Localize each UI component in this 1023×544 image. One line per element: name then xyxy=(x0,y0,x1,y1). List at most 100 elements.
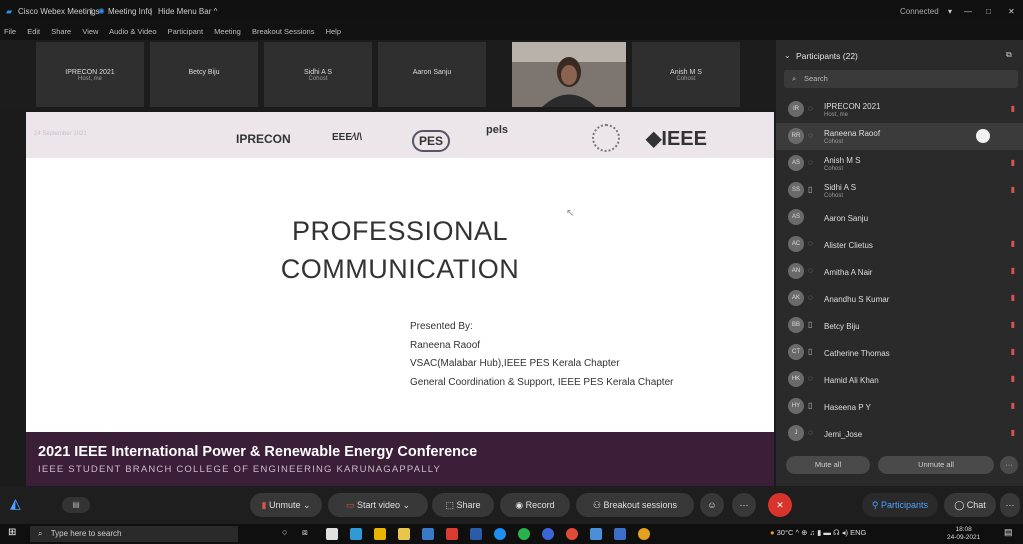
notification-icon[interactable]: ▤ xyxy=(1004,527,1013,538)
muted-mic-icon[interactable]: ▮ xyxy=(1011,401,1015,410)
taskbar-clock[interactable]: 18:08 24-09-2021 xyxy=(947,526,980,542)
muted-mic-icon[interactable]: ▮ xyxy=(1011,428,1015,437)
muted-mic-icon[interactable]: ▮ xyxy=(1011,293,1015,302)
audio-icon: ◌ xyxy=(808,158,813,167)
webex-taskbar-icon[interactable] xyxy=(494,528,506,540)
participant-options-icon[interactable] xyxy=(976,129,990,143)
person-video-icon xyxy=(512,42,626,107)
muted-mic-icon[interactable]: ▮ xyxy=(1011,374,1015,383)
menu-file[interactable]: File xyxy=(4,27,16,36)
app-icon[interactable] xyxy=(590,528,602,540)
participant-row[interactable]: RR ◌ Raneena Raoof Cohost xyxy=(776,123,1023,150)
video-tile[interactable]: Aaron Sanju xyxy=(378,42,486,107)
unmute-all-button[interactable]: Unmute all xyxy=(878,456,994,474)
end-call-button[interactable]: ✕ xyxy=(768,493,792,517)
participant-row[interactable]: J ◌ Jemi_Jose ▮ xyxy=(776,420,1023,447)
muted-mic-icon[interactable]: ▮ xyxy=(1011,104,1015,113)
app-icon[interactable] xyxy=(542,528,554,540)
video-tile[interactable]: Betcy Biju xyxy=(150,42,258,107)
participant-row[interactable]: AS ◌ Anish M S Cohost ▮ xyxy=(776,150,1023,177)
menu-help[interactable]: Help xyxy=(326,27,341,36)
participant-row[interactable]: SS ▯ Sidhi A S Cohost ▮ xyxy=(776,177,1023,204)
mute-all-button[interactable]: Mute all xyxy=(786,456,870,474)
participant-row[interactable]: AS Aaron Sanju xyxy=(776,204,1023,231)
taskbar-search-input[interactable]: ⌕ Type here to search xyxy=(30,526,238,542)
video-off-icon: ▭ xyxy=(345,500,355,510)
menu-edit[interactable]: Edit xyxy=(27,27,40,36)
audio-icon: ◌ xyxy=(808,266,813,275)
panel-more-button[interactable]: ··· xyxy=(1000,456,1018,474)
captions-icon[interactable]: ▤ xyxy=(62,497,90,513)
live-video-tile[interactable] xyxy=(512,42,626,107)
edge-icon[interactable] xyxy=(350,528,362,540)
muted-mic-icon[interactable]: ▮ xyxy=(1011,266,1015,275)
waveform-icon: ⁄\/\ xyxy=(352,132,363,143)
audio-icon: ◌ xyxy=(808,131,813,140)
app-icon[interactable] xyxy=(614,528,626,540)
avatar: SS xyxy=(788,182,804,198)
signal-icon: ▾ xyxy=(948,7,953,16)
layout-icon[interactable]: ◭ xyxy=(10,495,21,512)
mail-icon[interactable] xyxy=(422,528,434,540)
chat-button[interactable]: ◯ Chat xyxy=(944,493,996,517)
task-view-icon[interactable]: ⧈ xyxy=(302,527,308,538)
participant-search-input[interactable]: ⌕ Search xyxy=(784,70,1018,88)
participants-button[interactable]: ⚲ Participants xyxy=(862,493,938,517)
system-tray[interactable]: ● 30°C ^ ⊕ ♫ ▮ ▬ ☊ ◂) ENG xyxy=(770,528,866,537)
participant-row[interactable]: HK ◌ Hamid Ali Khan ▮ xyxy=(776,366,1023,393)
app-icon[interactable] xyxy=(638,528,650,540)
participant-row[interactable]: CT ▯ Catherine Thomas ▮ xyxy=(776,339,1023,366)
avatar: J xyxy=(788,425,804,441)
start-video-button[interactable]: ▭ Start video ⌄ xyxy=(328,493,428,517)
maximize-button[interactable]: □ xyxy=(986,7,991,16)
app-icon[interactable] xyxy=(446,528,458,540)
participant-row[interactable]: HY ▯ Haseena P Y ▮ xyxy=(776,393,1023,420)
search-icon: ⌕ xyxy=(792,74,797,83)
muted-mic-icon[interactable]: ▮ xyxy=(1011,320,1015,329)
menu-view[interactable]: View xyxy=(82,27,98,36)
video-tile[interactable]: IPRECON 2021 Host, me xyxy=(36,42,144,107)
participant-row[interactable]: AC ◌ Alister Clietus ▮ xyxy=(776,231,1023,258)
app-icon[interactable] xyxy=(470,528,482,540)
popout-icon[interactable]: ⧉ xyxy=(1006,50,1012,60)
video-tile[interactable]: Anish M S Cohost xyxy=(632,42,740,107)
eee-logo: EEE⁄\/\ xyxy=(332,132,363,143)
presenter-info: Presented By: Raneena Raoof VSAC(Malabar… xyxy=(410,321,674,388)
file-explorer-icon[interactable] xyxy=(374,528,386,540)
share-button[interactable]: ⬚ Share xyxy=(432,493,494,517)
avatar: IR xyxy=(788,101,804,117)
unmute-button[interactable]: ▮ Unmute ⌄ xyxy=(250,493,322,517)
participant-row[interactable]: AN ◌ Amitha A Nair ▮ xyxy=(776,258,1023,285)
app-icon[interactable] xyxy=(326,528,338,540)
avatar: BB xyxy=(788,317,804,333)
minimize-button[interactable]: — xyxy=(964,7,972,16)
controls-more-button[interactable]: ··· xyxy=(1000,493,1020,517)
close-window-button[interactable]: ✕ xyxy=(1008,7,1015,16)
muted-mic-icon[interactable]: ▮ xyxy=(1011,347,1015,356)
breakout-sessions-button[interactable]: ⚇ Breakout sessions xyxy=(576,493,694,517)
slide-date: 24 September 2021 xyxy=(34,131,87,137)
muted-mic-icon[interactable]: ▮ xyxy=(1011,185,1015,194)
menu-share[interactable]: Share xyxy=(51,27,71,36)
participant-row[interactable]: IR ◌ IPRECON 2021 Host, me ▮ xyxy=(776,96,1023,123)
menu-meeting[interactable]: Meeting xyxy=(214,27,241,36)
more-options-button[interactable]: ··· xyxy=(732,493,756,517)
participant-row[interactable]: BB ▯ Betcy Biju ▮ xyxy=(776,312,1023,339)
menu-breakout[interactable]: Breakout Sessions xyxy=(252,27,315,36)
record-button[interactable]: ◉ Record xyxy=(500,493,570,517)
participant-row[interactable]: AK ◌ Anandhu S Kumar ▮ xyxy=(776,285,1023,312)
menu-participant[interactable]: Participant xyxy=(168,27,203,36)
hide-menu-bar-button[interactable]: Hide Menu Bar ^ xyxy=(158,7,217,16)
reactions-icon[interactable]: ☺ xyxy=(700,493,724,517)
menu-audio-video[interactable]: Audio & Video xyxy=(109,27,156,36)
windows-start-icon[interactable]: ⊞ xyxy=(8,527,16,538)
meeting-info-menu[interactable]: Meeting Info xyxy=(108,7,152,16)
store-icon[interactable] xyxy=(398,528,410,540)
video-tile[interactable]: Sidhi A S Cohost xyxy=(264,42,372,107)
muted-mic-icon[interactable]: ▮ xyxy=(1011,239,1015,248)
collapse-chevron-icon[interactable]: ⌄ xyxy=(784,51,791,60)
app-icon[interactable] xyxy=(518,528,530,540)
chrome-icon[interactable] xyxy=(566,528,578,540)
cortana-icon[interactable]: ○ xyxy=(282,527,287,537)
muted-mic-icon[interactable]: ▮ xyxy=(1011,158,1015,167)
